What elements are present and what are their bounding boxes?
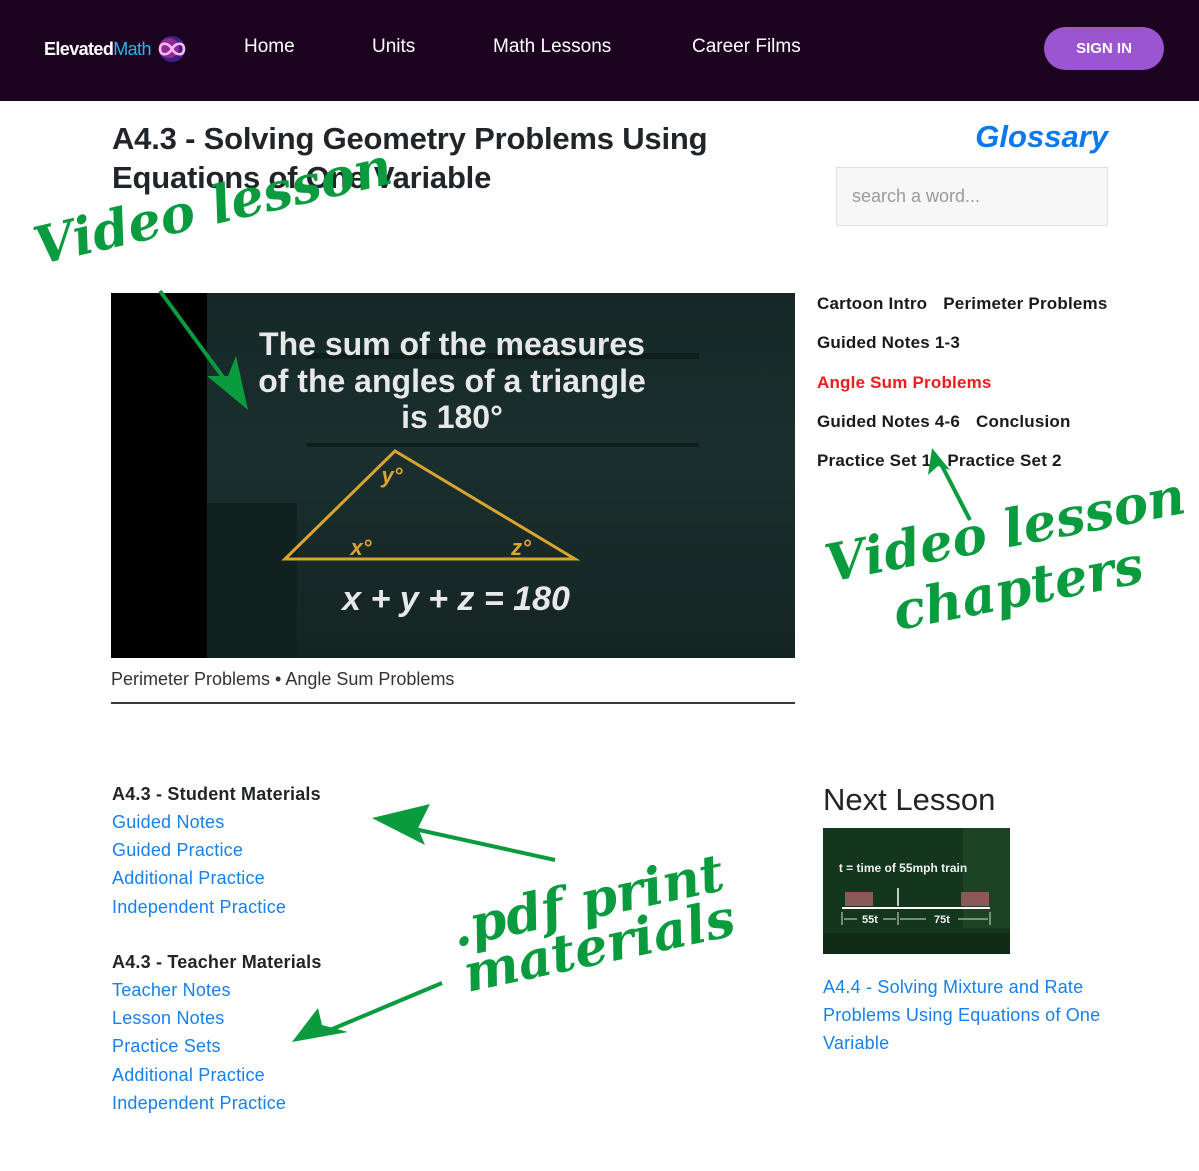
student-link-guided-practice[interactable]: Guided Practice <box>112 836 321 864</box>
logo-text-math: Math <box>113 38 151 59</box>
next-lesson-thumbnail-art: t = time of 55mph train 55t 75t <box>823 828 1010 954</box>
chapter-row: Cartoon Intro Perimeter Problems <box>817 294 1157 333</box>
train-left <box>845 892 873 906</box>
train-right <box>961 892 989 906</box>
arrow-student-head <box>372 804 430 845</box>
next-lesson-thumbnail[interactable]: t = time of 55mph train 55t 75t <box>823 828 1010 954</box>
chapter-guided-notes-4-6[interactable]: Guided Notes 4-6 <box>817 412 960 451</box>
teacher-materials-heading: A4.3 - Teacher Materials <box>112 952 322 972</box>
video-chapters: Cartoon Intro Perimeter Problems Guided … <box>817 294 1157 490</box>
chapter-practice-set-1[interactable]: Practice Set 1 <box>817 451 931 490</box>
teacher-link-practice-sets[interactable]: Practice Sets <box>112 1032 322 1060</box>
angle-x-label: x° <box>349 535 371 560</box>
angle-z-label: z° <box>510 535 531 560</box>
student-link-guided-notes[interactable]: Guided Notes <box>112 808 321 836</box>
arrow-student-shaft <box>409 826 556 862</box>
chapter-conclusion[interactable]: Conclusion <box>976 412 1071 451</box>
teacher-link-independent-practice[interactable]: Independent Practice <box>112 1089 322 1117</box>
top-navbar: Elevated Math Home Units Math Lessons Ca… <box>0 0 1199 101</box>
chapter-row: Practice Set 1 Practice Set 2 <box>817 451 1157 490</box>
nav-math-lessons[interactable]: Math Lessons <box>493 36 611 58</box>
logo[interactable]: Elevated Math <box>44 34 189 64</box>
video-frame: The sum of the measures of the angles of… <box>258 326 646 618</box>
student-link-independent-practice[interactable]: Independent Practice <box>112 893 321 921</box>
video-caption: Perimeter Problems • Angle Sum Problems <box>111 669 455 689</box>
teacher-link-additional-practice[interactable]: Additional Practice <box>112 1061 322 1089</box>
page-title: A4.3 - Solving Geometry Problems Using E… <box>112 121 708 195</box>
infinity-icon <box>158 36 186 62</box>
video-equation: x + y + z = 180 <box>340 580 570 618</box>
annotation-chapters-line2: chapters <box>888 534 1149 643</box>
video-player[interactable]: The sum of the measures of the angles of… <box>111 293 795 658</box>
student-materials: A4.3 - Student Materials Guided Notes Gu… <box>112 780 321 921</box>
video-text-line3: is 180° <box>401 399 503 435</box>
thumb-left-label: 55t <box>862 914 878 926</box>
video-divider <box>111 702 795 704</box>
next-lesson-heading: Next Lesson <box>823 782 996 817</box>
annotation-pdf-line2: materials <box>458 887 741 1005</box>
teacher-link-lesson-notes[interactable]: Lesson Notes <box>112 1004 322 1032</box>
teacher-link-teacher-notes[interactable]: Teacher Notes <box>112 976 322 1004</box>
glossary-link[interactable]: Glossary <box>900 119 1108 155</box>
triangle-shape <box>281 449 581 561</box>
chapter-row: Angle Sum Problems <box>817 373 1157 412</box>
nav-home[interactable]: Home <box>244 36 295 58</box>
next-lesson-link[interactable]: A4.4 - Solving Mixture and Rate Problems… <box>823 973 1143 1058</box>
nav-career-films[interactable]: Career Films <box>692 36 801 58</box>
video-text-line2: of the angles of a triangle <box>258 363 646 399</box>
teacher-materials: A4.3 - Teacher Materials Teacher Notes L… <box>112 948 322 1117</box>
chapter-cartoon-intro[interactable]: Cartoon Intro <box>817 294 927 333</box>
chapter-row: Guided Notes 1-3 <box>817 333 1157 372</box>
thumb-caption: t = time of 55mph train <box>839 861 967 875</box>
annotation-pdf-line1: .pdf print <box>446 842 730 960</box>
student-link-additional-practice[interactable]: Additional Practice <box>112 864 321 892</box>
glossary-search-input[interactable] <box>836 167 1108 226</box>
chapter-perimeter-problems[interactable]: Perimeter Problems <box>943 294 1107 333</box>
video-text-line1: The sum of the measures <box>259 326 645 362</box>
chapter-angle-sum-problems[interactable]: Angle Sum Problems <box>817 373 992 412</box>
angle-y-label: y° <box>380 463 402 488</box>
logo-text-elevated: Elevated <box>44 38 114 59</box>
chapter-guided-notes-1-3[interactable]: Guided Notes 1-3 <box>817 333 960 372</box>
student-materials-heading: A4.3 - Student Materials <box>112 784 321 804</box>
sign-in-button[interactable]: SIGN IN <box>1044 27 1164 70</box>
thumb-right-label: 75t <box>934 914 950 926</box>
chapter-row: Guided Notes 4-6 Conclusion <box>817 412 1157 451</box>
arrow-teacher-shaft <box>329 981 443 1032</box>
chapter-practice-set-2[interactable]: Practice Set 2 <box>947 451 1061 490</box>
nav-units[interactable]: Units <box>372 36 415 58</box>
